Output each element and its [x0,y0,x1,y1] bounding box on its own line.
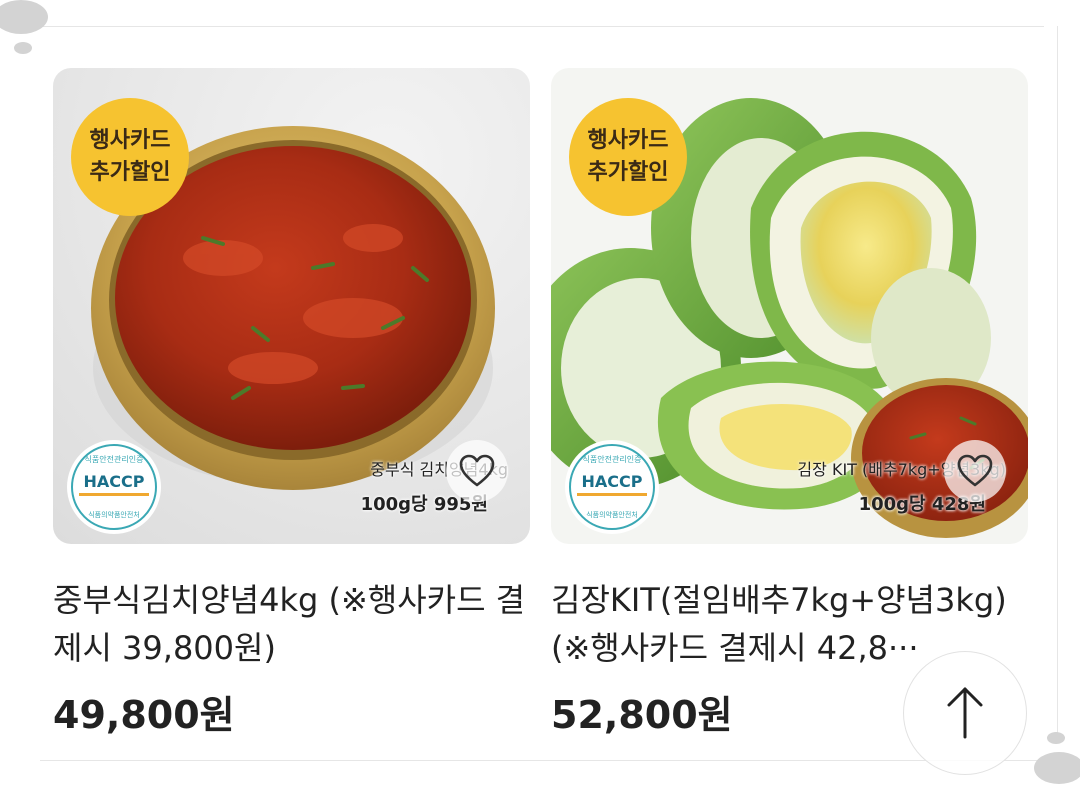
product-card[interactable]: 행사카드 추가할인 식품안전관리인증 HACCP 식품의약품안전처 김장 KIT… [551,68,1028,739]
promo-badge: 행사카드 추가할인 [71,98,189,216]
promo-badge-line2: 추가할인 [587,160,669,185]
scroll-to-top-button[interactable] [903,651,1027,775]
frame-bottom-line [40,760,1044,761]
decor-circle [0,0,48,34]
decor-circle [14,42,32,54]
product-image[interactable]: 행사카드 추가할인 식품안전관리인증 HACCP 식품의약품안전처 김장 KIT… [551,68,1028,544]
promo-badge-line2: 추가할인 [89,160,171,185]
frame-top-line [40,26,1044,27]
promo-badge-line1: 행사카드 [89,128,171,153]
frame-right-line [1057,26,1058,736]
decor-circle [1047,732,1065,744]
decor-circle [1034,752,1080,784]
product-price: 49,800원 [53,693,235,737]
haccp-logo: 식품안전관리인증 HACCP 식품의약품안전처 [565,440,659,534]
product-card[interactable]: 행사카드 추가할인 식품안전관리인증 HACCP 식품의약품안전처 중부식 김치… [53,68,530,739]
haccp-logo: 식품안전관리인증 HACCP 식품의약품안전처 [67,440,161,534]
wishlist-button[interactable] [446,440,508,502]
arrow-up-icon [947,687,983,739]
wishlist-button[interactable] [944,440,1006,502]
promo-badge-line1: 행사카드 [587,128,669,153]
heart-outline-icon [957,454,993,487]
promo-badge: 행사카드 추가할인 [569,98,687,216]
heart-outline-icon [459,454,495,487]
product-title[interactable]: 중부식김치양념4kg (※행사카드 결제시 39,800원) [53,576,530,672]
product-image[interactable]: 행사카드 추가할인 식품안전관리인증 HACCP 식품의약품안전처 중부식 김치… [53,68,530,544]
